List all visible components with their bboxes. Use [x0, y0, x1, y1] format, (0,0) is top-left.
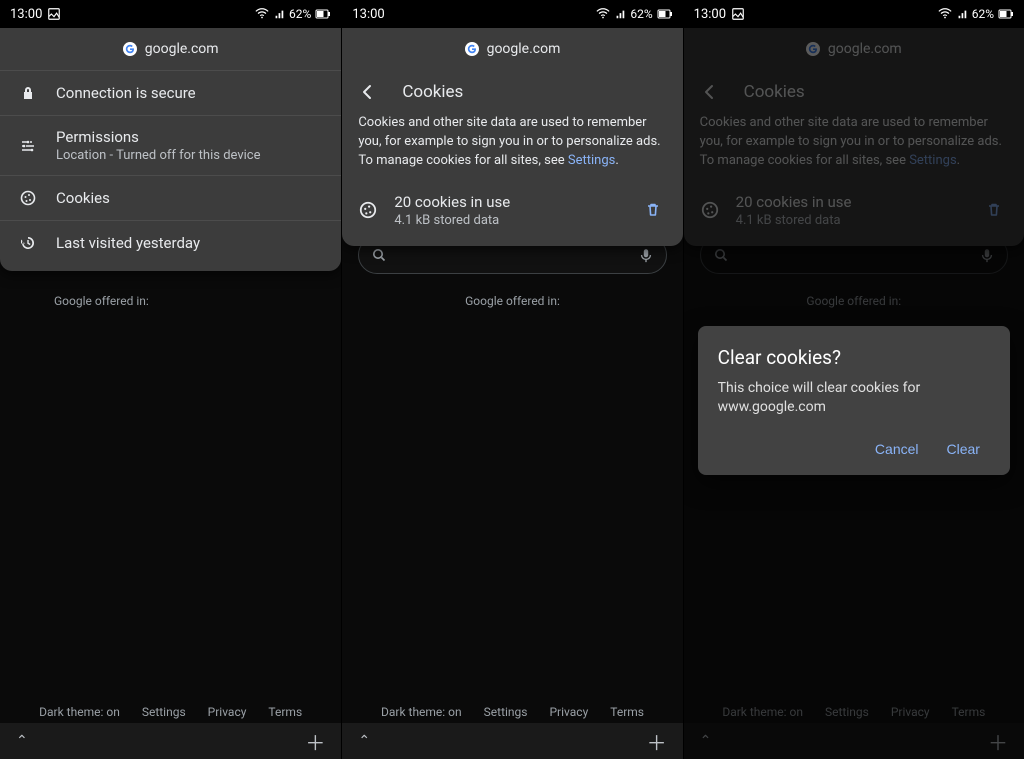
- mic-icon[interactable]: [979, 246, 995, 264]
- footer-privacy[interactable]: Privacy: [549, 705, 588, 719]
- cookies-header: Cookies: [684, 70, 1024, 114]
- clear-cookies-dialog: Clear cookies? This choice will clear co…: [698, 326, 1010, 475]
- settings-link[interactable]: Settings: [909, 153, 956, 168]
- last-visited-label: Last visited yesterday: [56, 234, 323, 252]
- cookies-count: 20 cookies in use: [394, 193, 622, 211]
- offered-in-label: Google offered in:: [0, 294, 341, 308]
- expand-icon[interactable]: ⌃: [358, 733, 370, 749]
- permissions-row[interactable]: Permissions Location - Turned off for th…: [0, 115, 341, 175]
- footer-terms[interactable]: Terms: [610, 705, 644, 719]
- site-domain: google.com: [828, 41, 902, 57]
- mic-icon[interactable]: [638, 246, 654, 264]
- page-footer: Dark theme: on Settings Privacy Terms: [0, 705, 341, 719]
- wifi-icon: [938, 7, 952, 21]
- google-favicon-icon: [806, 42, 820, 56]
- browser-bottom-bar: ⌃ ＋: [0, 723, 341, 759]
- cookies-row[interactable]: Cookies: [0, 175, 341, 220]
- new-tab-button[interactable]: ＋: [988, 727, 1008, 756]
- search-icon: [371, 247, 387, 263]
- footer-settings[interactable]: Settings: [142, 705, 186, 719]
- site-domain: google.com: [145, 41, 219, 57]
- permissions-title: Permissions: [56, 128, 323, 146]
- footer-settings[interactable]: Settings: [825, 705, 869, 719]
- cookie-icon: [358, 200, 378, 220]
- footer-terms[interactable]: Terms: [268, 705, 302, 719]
- footer-terms[interactable]: Terms: [952, 705, 986, 719]
- google-favicon-icon: [123, 42, 137, 56]
- new-tab-button[interactable]: ＋: [647, 727, 667, 756]
- offered-in-label: Google offered in:: [684, 294, 1024, 308]
- footer-dark-theme[interactable]: Dark theme: on: [722, 705, 803, 719]
- footer-settings[interactable]: Settings: [484, 705, 528, 719]
- new-tab-button[interactable]: ＋: [305, 727, 325, 756]
- status-bar: 13:00 62%: [684, 0, 1024, 28]
- screen-clear-dialog: 13:00 62% Google offered in: Dark theme:…: [683, 0, 1024, 759]
- status-battery: 62%: [972, 7, 994, 21]
- footer-dark-theme[interactable]: Dark theme: on: [381, 705, 462, 719]
- expand-icon[interactable]: ⌃: [16, 733, 28, 749]
- cookies-title: Cookies: [402, 82, 463, 102]
- cookies-sheet: google.com Cookies Cookies and other sit…: [342, 28, 682, 246]
- dialog-body: This choice will clear cookies for www.g…: [718, 379, 990, 417]
- site-info-sheet: google.com Connection is secure Permissi…: [0, 28, 341, 271]
- history-icon: [18, 233, 38, 253]
- back-button[interactable]: [700, 82, 720, 102]
- footer-dark-theme[interactable]: Dark theme: on: [39, 705, 120, 719]
- connection-row[interactable]: Connection is secure: [0, 70, 341, 115]
- cookies-label: Cookies: [56, 189, 323, 207]
- clear-button[interactable]: Clear: [937, 431, 990, 467]
- footer-privacy[interactable]: Privacy: [891, 705, 930, 719]
- delete-cookies-button[interactable]: [980, 196, 1008, 224]
- browser-bottom-bar: ⌃ ＋: [684, 723, 1024, 759]
- cookies-description: Cookies and other site data are used to …: [684, 114, 1024, 183]
- cancel-button[interactable]: Cancel: [865, 431, 929, 467]
- lock-icon: [18, 83, 38, 103]
- cookies-sheet: google.com Cookies Cookies and other sit…: [684, 28, 1024, 246]
- cookies-size: 4.1 kB stored data: [736, 213, 964, 228]
- site-header: google.com: [684, 28, 1024, 70]
- delete-cookies-button[interactable]: [639, 196, 667, 224]
- page-footer: Dark theme: on Settings Privacy Terms: [684, 705, 1024, 719]
- dialog-title: Clear cookies?: [718, 346, 990, 369]
- cookies-count: 20 cookies in use: [736, 193, 964, 211]
- cookies-usage-row[interactable]: 20 cookies in use 4.1 kB stored data: [684, 183, 1024, 246]
- picture-icon: [731, 7, 745, 21]
- site-domain: google.com: [487, 41, 561, 57]
- search-icon: [713, 247, 729, 263]
- cookies-title: Cookies: [744, 82, 805, 102]
- cookies-size: 4.1 kB stored data: [394, 213, 622, 228]
- back-button[interactable]: [358, 82, 378, 102]
- cookies-description: Cookies and other site data are used to …: [342, 114, 682, 183]
- connection-label: Connection is secure: [56, 84, 323, 102]
- last-visited-row[interactable]: Last visited yesterday: [0, 220, 341, 271]
- google-favicon-icon: [465, 42, 479, 56]
- page-footer: Dark theme: on Settings Privacy Terms: [342, 705, 682, 719]
- cookie-icon: [18, 188, 38, 208]
- battery-icon: [998, 7, 1014, 21]
- signal-icon: [956, 8, 968, 20]
- site-header: google.com: [342, 28, 682, 70]
- cookies-usage-row[interactable]: 20 cookies in use 4.1 kB stored data: [342, 183, 682, 246]
- screen-cookies: 13:00 62% Google offered in: Dark theme:…: [341, 0, 682, 759]
- sliders-icon: [18, 136, 38, 156]
- site-header: google.com: [0, 28, 341, 70]
- cookie-icon: [700, 200, 720, 220]
- browser-bottom-bar: ⌃ ＋: [342, 723, 682, 759]
- settings-link[interactable]: Settings: [568, 153, 615, 168]
- cookies-header: Cookies: [342, 70, 682, 114]
- status-time: 13:00: [694, 7, 726, 22]
- offered-in-label: Google offered in:: [342, 294, 682, 308]
- screen-site-info: 13:00 62% Google offered in: Dark theme:…: [0, 0, 341, 759]
- permissions-subtitle: Location - Turned off for this device: [56, 148, 323, 163]
- footer-privacy[interactable]: Privacy: [208, 705, 247, 719]
- expand-icon[interactable]: ⌃: [700, 733, 712, 749]
